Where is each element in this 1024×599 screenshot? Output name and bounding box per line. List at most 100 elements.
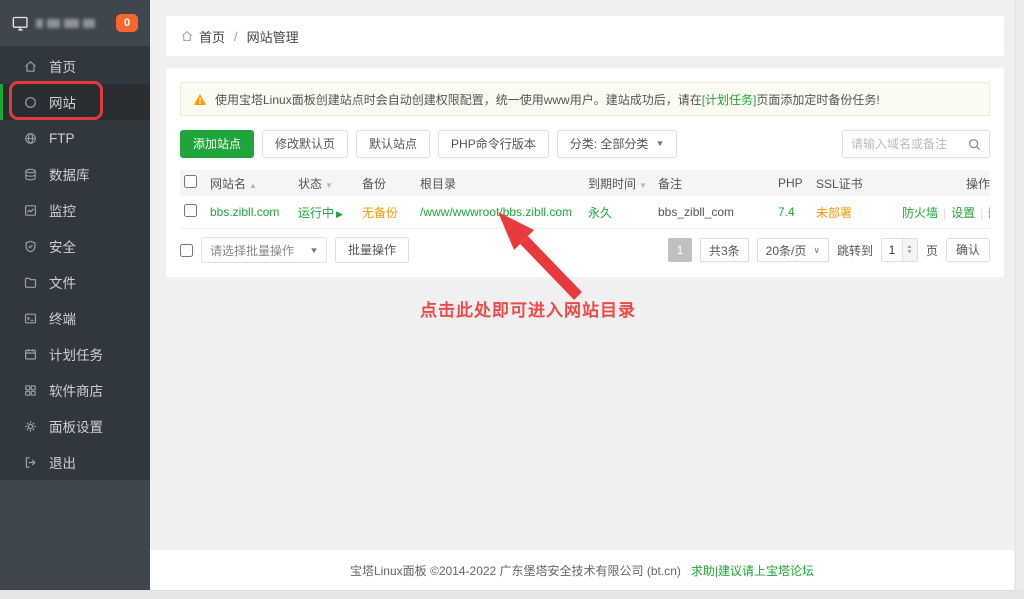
breadcrumb: 首页 / 网站管理 <box>166 16 1004 56</box>
database-icon <box>23 167 38 182</box>
stepper-down-icon: ▼ <box>906 250 913 255</box>
breadcrumb-home-icon <box>180 29 194 43</box>
sidebar-item-security[interactable]: 安全 <box>0 228 150 264</box>
website-icon <box>23 95 38 110</box>
sidebar-item-label: 安全 <box>49 236 76 256</box>
bulk-apply-button[interactable]: 批量操作 <box>335 237 409 263</box>
bulk-actions-row: 请选择批量操作 ▼ 批量操作 1 共3条 20条/页 ∨ 跳转到 ▲▼ <box>180 237 990 263</box>
home-icon <box>23 59 38 74</box>
sidebar-item-appstore[interactable]: 软件商店 <box>0 372 150 408</box>
settings-link[interactable]: 设置 <box>951 206 975 220</box>
window-edge-right <box>1015 0 1024 599</box>
calendar-icon <box>23 347 38 362</box>
cron-page-link[interactable]: [计划任务] <box>702 93 757 107</box>
site-search-box <box>842 130 990 158</box>
site-name-link[interactable]: bbs.zibll.com <box>210 205 298 219</box>
confirm-button[interactable]: 确认 <box>946 238 990 262</box>
copyright-text: 宝塔Linux面板 ©2014-2022 广东堡塔安全技术有限公司 (bt.cn… <box>350 562 681 579</box>
forum-link[interactable]: 求助|建议请上宝塔论坛 <box>691 562 814 579</box>
logout-icon <box>23 455 38 470</box>
folder-icon <box>23 275 38 290</box>
sort-asc-icon[interactable]: ▲ <box>249 181 257 190</box>
jump-page-input[interactable] <box>882 239 902 261</box>
sidebar: 0 首页 网站 FTP 数据库 监控 <box>0 0 150 590</box>
php-version-link[interactable]: 7.4 <box>778 205 816 219</box>
site-note[interactable]: bbs_zibll_com <box>658 205 778 219</box>
message-count-badge[interactable]: 0 <box>116 14 138 32</box>
jump-label: 跳转到 <box>837 242 873 259</box>
sidebar-item-terminal[interactable]: 终端 <box>0 300 150 336</box>
baota-panel-window: 0 首页 网站 FTP 数据库 监控 <box>0 0 1024 599</box>
terminal-icon <box>23 311 38 326</box>
site-status[interactable]: 运行中▶ <box>298 204 362 221</box>
sort-desc-icon[interactable]: ▼ <box>325 181 333 190</box>
footer: 宝塔Linux面板 ©2014-2022 广东堡塔安全技术有限公司 (bt.cn… <box>150 550 1014 590</box>
sidebar-item-settings[interactable]: 面板设置 <box>0 408 150 444</box>
sidebar-item-label: 终端 <box>49 308 76 328</box>
stepper-arrows[interactable]: ▲▼ <box>902 239 917 261</box>
shield-icon <box>23 239 38 254</box>
root-path-link[interactable]: /www/wwwroot/bbs.zibll.com <box>420 205 588 219</box>
bulk-action-dropdown[interactable]: 请选择批量操作 ▼ <box>201 237 327 263</box>
sidebar-item-label: 首页 <box>49 56 76 76</box>
firewall-link[interactable]: 防火墙 <box>902 206 938 220</box>
sidebar-item-label: 退出 <box>49 452 76 472</box>
site-manager-card: 使用宝塔Linux面板创建站点时会自动创建权限配置，统一使用www用户。建站成功… <box>166 68 1004 277</box>
sidebar-item-files[interactable]: 文件 <box>0 264 150 300</box>
breadcrumb-separator: / <box>234 29 238 44</box>
chevron-down-icon: ∨ <box>813 245 820 256</box>
warning-banner: 使用宝塔Linux面板创建站点时会自动创建权限配置，统一使用www用户。建站成功… <box>180 82 990 116</box>
caret-down-icon: ▼ <box>656 131 666 157</box>
table-header-row: 网站名▲ 状态▼ 备份 根目录 到期时间▼ 备注 PHP SSL证书 操作 <box>180 170 990 196</box>
search-input[interactable] <box>851 137 968 151</box>
add-site-button[interactable]: 添加站点 <box>180 130 254 158</box>
row-operations: 防火墙|设置|删除 <box>902 204 990 221</box>
row-checkbox[interactable] <box>184 204 197 217</box>
monitor-chart-icon <box>23 203 38 218</box>
page-size-dropdown[interactable]: 20条/页 ∨ <box>757 238 829 262</box>
table-row: bbs.zibll.com 运行中▶ 无备份 /www/wwwroot/bbs.… <box>180 196 990 229</box>
ftp-globe-icon <box>23 131 38 146</box>
select-all-checkbox[interactable] <box>184 175 197 188</box>
logo-bar: 0 <box>0 0 150 46</box>
php-cli-version-button[interactable]: PHP命令行版本 <box>438 130 549 158</box>
delete-link[interactable]: 删除 <box>988 206 990 220</box>
modify-default-page-button[interactable]: 修改默认页 <box>262 130 348 158</box>
ssl-status-link[interactable]: 未部署 <box>816 204 902 221</box>
page-unit-label: 页 <box>926 242 938 259</box>
running-play-icon: ▶ <box>336 209 343 219</box>
category-filter-dropdown[interactable]: 分类: 全部分类 ▼ <box>557 130 678 158</box>
gear-icon <box>23 419 38 434</box>
backup-status-link[interactable]: 无备份 <box>362 204 420 221</box>
sidebar-item-monitor[interactable]: 监控 <box>0 192 150 228</box>
bulk-select-checkbox[interactable] <box>180 244 193 257</box>
breadcrumb-home-link[interactable]: 首页 <box>199 27 225 46</box>
sites-table: 网站名▲ 状态▼ 备份 根目录 到期时间▼ 备注 PHP SSL证书 操作 bb… <box>180 170 990 229</box>
pagination: 1 共3条 20条/页 ∨ 跳转到 ▲▼ 页 确认 <box>668 238 990 262</box>
total-count: 共3条 <box>700 238 749 262</box>
sidebar-item-home[interactable]: 首页 <box>0 48 150 84</box>
sidebar-item-ftp[interactable]: FTP <box>0 120 150 156</box>
sidebar-item-label: 软件商店 <box>49 380 103 400</box>
current-page-button[interactable]: 1 <box>668 238 692 262</box>
page-title: 网站管理 <box>247 27 299 46</box>
sidebar-item-label: 网站 <box>49 92 76 112</box>
server-name-redacted <box>36 19 95 28</box>
warning-icon <box>193 93 207 106</box>
annotation-text: 点击此处即可进入网站目录 <box>420 296 636 321</box>
expire-time-link[interactable]: 永久 <box>588 204 658 221</box>
sidebar-item-label: 计划任务 <box>49 344 103 364</box>
sidebar-item-cron[interactable]: 计划任务 <box>0 336 150 372</box>
sidebar-item-database[interactable]: 数据库 <box>0 156 150 192</box>
sort-desc-icon[interactable]: ▼ <box>639 181 647 190</box>
sidebar-menu: 首页 网站 FTP 数据库 监控 安全 <box>0 46 150 480</box>
sidebar-item-logout[interactable]: 退出 <box>0 444 150 480</box>
toolbar: 添加站点 修改默认页 默认站点 PHP命令行版本 分类: 全部分类 ▼ <box>180 130 990 158</box>
sidebar-item-website[interactable]: 网站 <box>0 84 150 120</box>
search-icon[interactable] <box>968 138 981 151</box>
warning-text: 使用宝塔Linux面板创建站点时会自动创建权限配置，统一使用www用户。建站成功… <box>215 91 880 108</box>
jump-page-stepper: ▲▼ <box>881 238 918 262</box>
sidebar-item-label: 面板设置 <box>49 416 103 436</box>
monitor-logo-icon <box>12 15 29 32</box>
default-site-button[interactable]: 默认站点 <box>356 130 430 158</box>
